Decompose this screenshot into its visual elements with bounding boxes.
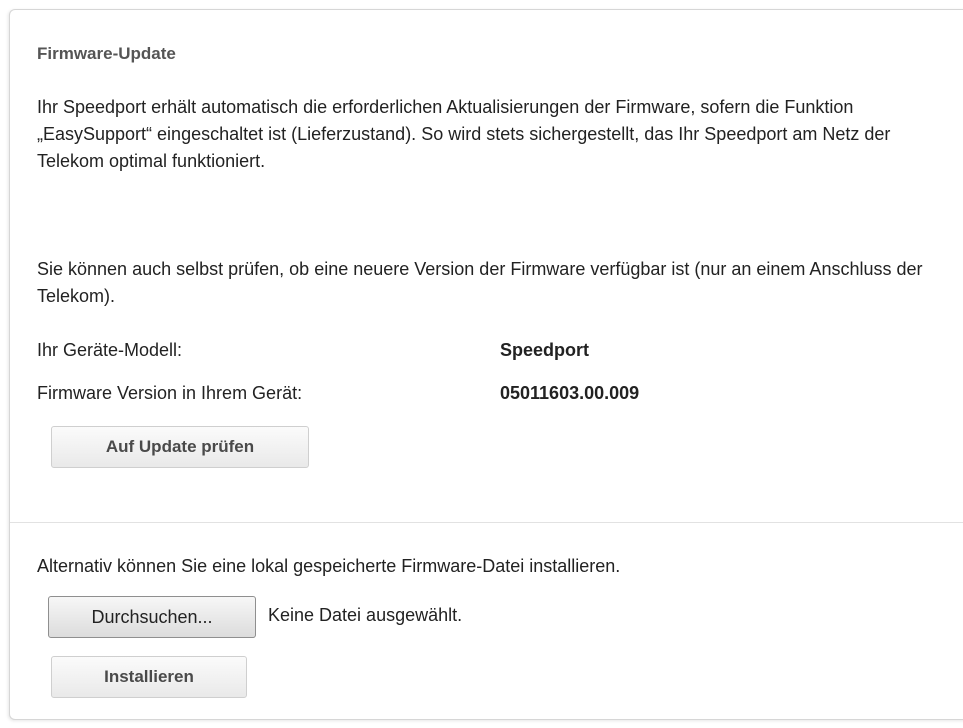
check-update-button[interactable]: Auf Update prüfen bbox=[51, 426, 309, 468]
local-install-description: Alternativ können Sie eine lokal gespeic… bbox=[37, 556, 621, 576]
browse-file-button[interactable]: Durchsuchen... bbox=[48, 596, 256, 638]
section-title: Firmware-Update bbox=[37, 44, 176, 63]
section-divider bbox=[10, 522, 963, 523]
install-button[interactable]: Installieren bbox=[51, 656, 247, 698]
check-info-paragraph: Sie können auch selbst prüfen, ob eine n… bbox=[37, 259, 923, 306]
firmware-version-value: 05011603.00.009 bbox=[500, 383, 640, 403]
intro-paragraph: Ihr Speedport erhält automatisch die erf… bbox=[37, 97, 891, 171]
firmware-version-label: Firmware Version in Ihrem Gerät: bbox=[37, 383, 303, 403]
device-model-label: Ihr Geräte-Modell: bbox=[37, 340, 183, 360]
device-model-value: Speedport bbox=[500, 340, 590, 360]
file-selection-status: Keine Datei ausgewählt. bbox=[268, 605, 463, 625]
